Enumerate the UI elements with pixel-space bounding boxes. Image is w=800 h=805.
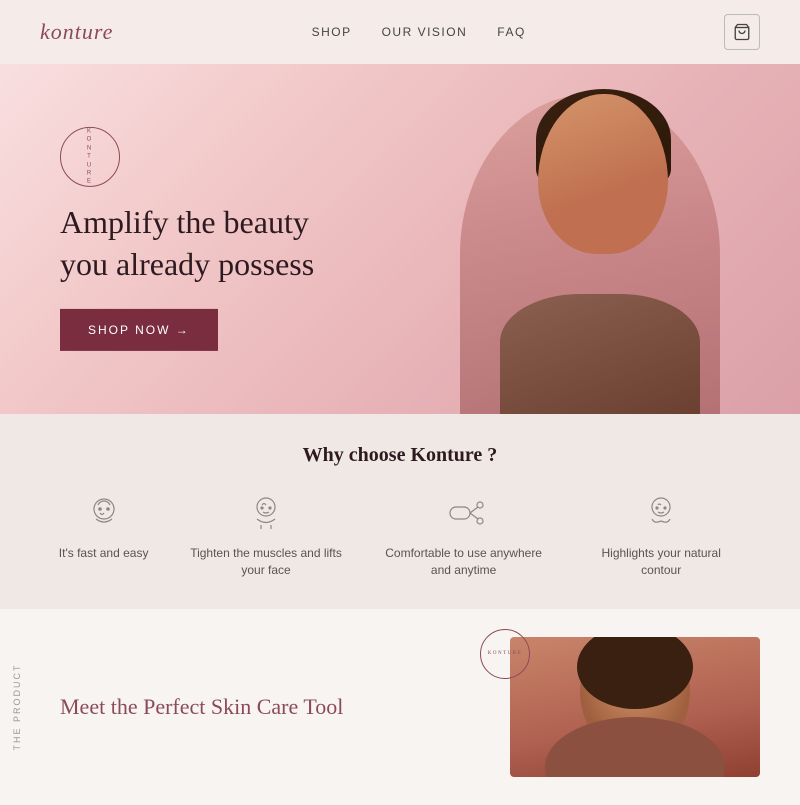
roller-icon (442, 491, 486, 535)
why-title: Why choose Konture ? (40, 444, 760, 467)
product-badge-text: KONTURE (488, 651, 522, 656)
product-section: THE PRODUCT Meet the Perfect Skin Care T… (0, 609, 800, 805)
face-massage-icon (82, 491, 126, 535)
why-section: Why choose Konture ? It's fast and easy (0, 414, 800, 609)
product-image-inner (510, 637, 760, 777)
feature-contour-label: Highlights your natural contour (581, 545, 741, 579)
feature-fast-label: It's fast and easy (59, 545, 149, 562)
contour-icon (639, 491, 683, 535)
feature-tighten-label: Tighten the muscles and lifts your face (186, 545, 346, 579)
product-image (510, 637, 760, 777)
feature-comfortable: Comfortable to use anywhere and anytime (384, 491, 544, 579)
features-grid: It's fast and easy Tighten the muscles a… (40, 491, 760, 579)
hero-person-figure (430, 74, 750, 414)
nav-shop[interactable]: SHOP (312, 25, 352, 39)
feature-contour: Highlights your natural contour (581, 491, 741, 579)
hero-title: Amplify the beauty you already possess (60, 202, 314, 285)
feature-fast: It's fast and easy (59, 491, 149, 562)
person-head (538, 94, 668, 254)
product-text: Meet the Perfect Skin Care Tool (40, 694, 480, 720)
lift-face-icon (244, 491, 288, 535)
product-tag: THE PRODUCT (12, 663, 22, 750)
hero-badge: KONTURE (60, 127, 120, 187)
nav-our-vision[interactable]: OUR VISION (382, 25, 468, 39)
logo: konture (40, 19, 113, 45)
feature-comfortable-label: Comfortable to use anywhere and anytime (384, 545, 544, 579)
hero-badge-text: KONTURE (87, 128, 94, 187)
cart-button[interactable] (724, 14, 760, 50)
nav-faq[interactable]: FAQ (497, 25, 526, 39)
header: konture SHOP OUR VISION FAQ (0, 0, 800, 64)
feature-tighten: Tighten the muscles and lifts your face (186, 491, 346, 579)
product-title: Meet the Perfect Skin Care Tool (60, 694, 480, 720)
cart-icon (733, 23, 751, 41)
product-person-svg (510, 637, 760, 777)
main-nav: SHOP OUR VISION FAQ (312, 25, 526, 39)
shop-now-button[interactable]: SHOP NOW → (60, 309, 218, 351)
product-badge: KONTURE (480, 629, 530, 679)
hero-section: KONTURE Amplify the beauty you already p… (0, 64, 800, 414)
person-shoulder (500, 294, 700, 414)
hero-image (380, 64, 800, 414)
hero-content: KONTURE Amplify the beauty you already p… (60, 127, 314, 351)
